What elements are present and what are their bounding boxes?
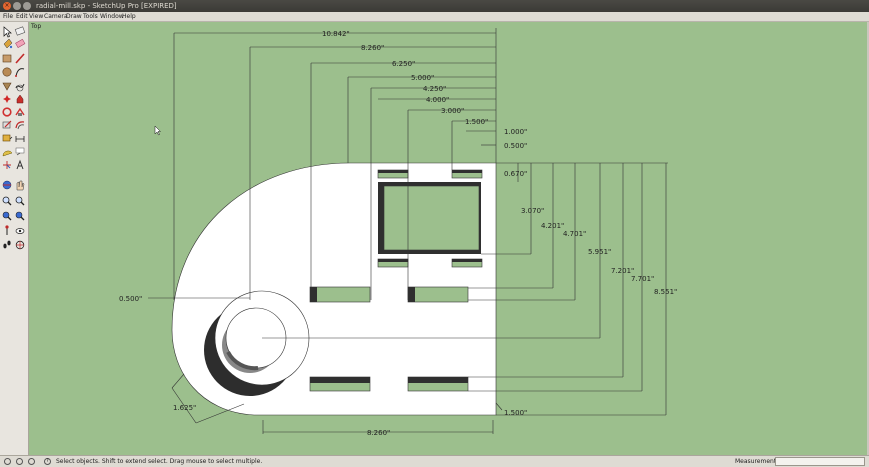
dim-4-701: 4.701" [563,230,586,238]
status-bar: ? Select objects. Shift to extend select… [0,455,869,467]
measurements-label: Measurements [735,458,780,465]
orbit-tool-icon[interactable] [2,180,12,190]
line-tool-icon[interactable] [15,53,25,64]
circle-tool-icon[interactable] [2,67,12,77]
close-window-button[interactable]: × [3,2,11,10]
zoom-extents-tool-icon[interactable] [2,211,12,221]
dim-left-0-500: 0.500" [119,295,142,303]
dim-6-250: 6.250" [392,60,415,68]
axes-tool-icon[interactable] [3,161,11,169]
user-icon[interactable] [28,458,35,465]
dim-4-000: 4.000" [426,96,449,104]
3d-text-tool-icon[interactable] [16,159,24,170]
window-title: radial-mill.skp - SketchUp Pro [EXPIRED] [36,2,177,10]
help-icon[interactable]: ? [44,458,51,465]
dimension-tool-icon[interactable] [15,136,25,142]
dim-1-500: 1.500" [465,118,488,126]
status-text: Select objects. Shift to extend select. … [56,458,263,465]
menu-camera[interactable]: Camera [44,13,68,21]
zoom-tool-icon[interactable] [2,196,12,206]
dim-1-000: 1.000" [504,128,527,136]
drawing-viewport[interactable]: Top 10.842" 8.260" 6.250" 5.000" 4.250" … [29,22,867,455]
drawing-canvas: 10.842" 8.260" 6.250" 5.000" 4.250" 4.00… [119,28,677,437]
pan-tool-icon[interactable] [16,180,25,191]
push-pull-tool-icon[interactable] [16,94,24,104]
scale-tool-icon[interactable] [2,120,12,129]
section-plane-tool-icon[interactable] [15,240,25,250]
dim-0-500: 0.500" [504,142,527,150]
dim-bottom-8-260: 8.260" [367,429,390,437]
dim-bottom-1-500: 1.500" [504,409,527,417]
eraser-pink-tool-icon[interactable] [15,38,26,48]
paint-bucket-tool-icon[interactable] [3,38,13,49]
move-tool-icon[interactable] [3,95,11,103]
title-bar: × radial-mill.skp - SketchUp Pro [EXPIRE… [0,0,869,12]
menu-window[interactable]: Window [100,13,124,21]
walk-tool-icon[interactable] [3,240,11,249]
zoom-window-tool-icon[interactable] [15,196,25,206]
tape-measure-tool-icon[interactable] [2,134,13,142]
center-window [378,182,481,254]
dim-4-250: 4.250" [423,85,446,93]
menu-file[interactable]: File [3,13,13,21]
dim-10-842: 10.842" [322,30,350,38]
geo-location-icon[interactable] [4,458,11,465]
dim-3-000: 3.000" [441,107,464,115]
menu-view[interactable]: View [29,13,43,21]
slot [309,376,371,392]
rotate-tool-icon[interactable] [2,107,12,117]
previous-view-tool-icon[interactable] [15,211,25,221]
arc-tool-icon[interactable] [15,68,25,77]
dim-5-000: 5.000" [411,74,434,82]
measurements-input[interactable] [775,457,865,466]
dim-0-670: 0.670" [504,170,527,178]
slot [309,286,371,303]
dim-8-260: 8.260" [361,44,384,52]
tool-palette [0,22,29,456]
rectangle-tool-icon[interactable] [2,54,12,63]
dim-4-201: 4.201" [541,222,564,230]
menu-help[interactable]: Help [122,13,136,21]
eraser-tool-icon[interactable] [14,26,26,36]
follow-me-tool-icon[interactable] [15,107,25,116]
menu-draw[interactable]: Draw [66,13,82,21]
menu-bar: File Edit View Camera Draw Tools Window … [0,12,869,22]
freehand-tool-icon[interactable] [15,83,25,92]
mouse-cursor-icon [154,125,162,136]
dim-5-951: 5.951" [588,248,611,256]
menu-edit[interactable]: Edit [16,13,28,21]
slot [407,376,469,392]
dim-3-070: 3.070" [521,207,544,215]
menu-tools[interactable]: Tools [83,13,98,21]
look-around-tool-icon[interactable] [15,228,25,234]
select-tool-icon[interactable] [3,26,12,38]
minimize-window-button[interactable] [13,2,21,10]
polygon-tool-icon[interactable] [2,82,12,91]
offset-tool-icon[interactable] [15,121,25,130]
dim-7-701: 7.701" [631,275,654,283]
slot [407,286,469,303]
dim-7-201: 7.201" [611,267,634,275]
credits-icon[interactable] [16,458,23,465]
dim-8-551: 8.551" [654,288,677,296]
text-tool-icon[interactable] [15,147,25,156]
protractor-tool-icon[interactable] [2,150,13,157]
dim-1-625: 1.625" [173,404,196,412]
maximize-window-button[interactable] [23,2,31,10]
position-camera-tool-icon[interactable] [5,225,9,235]
